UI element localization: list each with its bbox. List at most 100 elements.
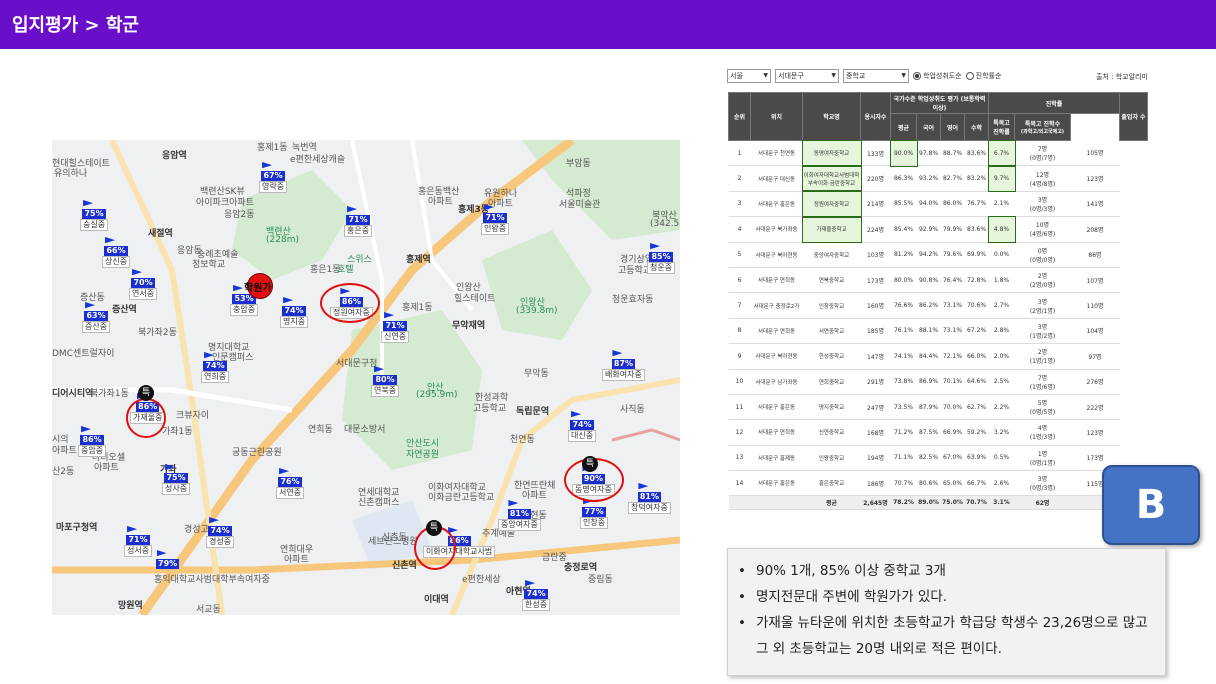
school-marker[interactable]: 81% 중앙여자중 <box>498 500 541 531</box>
table-cell: 73.5% <box>890 394 917 421</box>
table-cell: 7명 (0명/7명) <box>1014 140 1071 167</box>
table-cell: 94.0% <box>916 191 941 218</box>
school-marker[interactable]: 75% 성사중 <box>162 464 191 495</box>
school-district-map[interactable]: 홍제1동 녹번역 e편한세상캐슬 응암역 부암동 현대힐스테이트 유의하나 백련산SK뷰 아이파… <box>52 140 680 615</box>
map-place-label: 세브란스병원 <box>368 537 418 547</box>
table-cell: 9.7% <box>987 164 1016 193</box>
highlight-ring-gajaeul <box>126 398 166 438</box>
special-count-value: 7명 <box>1037 374 1048 382</box>
school-marker[interactable]: 70% 연서중 <box>129 269 158 300</box>
school-marker[interactable]: 63% 증산중 <box>82 302 111 333</box>
school-marker[interactable]: 67% 영락중 <box>259 162 288 193</box>
table-cell: 12 <box>728 419 751 446</box>
school-marker[interactable]: 75% 숭실중 <box>80 200 109 231</box>
table-cell: 71.2% <box>890 419 917 446</box>
special-count-breakdown: (1명/2명) <box>1029 332 1056 340</box>
table-cell: 85.4% <box>890 216 917 243</box>
district-select[interactable]: 서대문구 ▼ <box>775 69 839 83</box>
table-cell: 3명 (0명/3명) <box>1014 470 1071 497</box>
table-cell: 2.8% <box>988 318 1015 345</box>
flag-icon <box>262 162 273 169</box>
school-marker[interactable]: 79% <box>156 550 180 569</box>
table-cell: 247명 <box>860 394 891 421</box>
map-place-label: 정보학교 <box>192 260 226 270</box>
school-marker[interactable]: 71% 인왕중 <box>481 204 510 235</box>
school-marker[interactable]: 66% 상신중 <box>102 237 131 268</box>
school-marker[interactable]: 71% 홍은중 <box>344 206 373 237</box>
school-marker[interactable]: 74% 한성중 <box>522 580 551 611</box>
col-special-count: 특목고 진학수 (과학고/외고국제고) <box>1014 113 1071 141</box>
table-cell: 64.6% <box>964 369 989 395</box>
school-marker-name: 중앙여자중 <box>498 519 541 531</box>
special-count-breakdown: (4명/8명) <box>1029 180 1056 188</box>
table-cell: 중앙여자중학교 <box>802 242 861 268</box>
school-marker[interactable]: 74% 대신중 <box>568 411 597 442</box>
special-count-breakdown: (0명/5명) <box>1029 409 1056 417</box>
table-cell: 서대문구 대신동 <box>750 165 803 192</box>
table-cell: 서대문구 홍제동 <box>750 445 803 472</box>
special-count-value: 7명 <box>1037 146 1048 154</box>
table-row: 4 서대문구 북가좌동 가재울중학교 224명 85.4% 92.9% 79.9% 83.6%… <box>728 215 1148 244</box>
table-cell: 86.9% <box>916 369 941 395</box>
sort-by-achievement-radio[interactable]: 학업성취도순 <box>913 71 962 81</box>
filter-bar: 서울 ▼ 서대문구 ▼ 중학교 ▼ 학업성취도순 진학률순 <box>727 69 1001 83</box>
special-count-breakdown: (0명/0명) <box>1029 256 1056 264</box>
school-marker[interactable]: 74% 경성중 <box>206 517 235 548</box>
school-marker[interactable]: 80% 연북중 <box>371 366 400 397</box>
school-marker[interactable]: 71% 성서중 <box>124 526 153 557</box>
map-place-label: 유의하나 <box>54 169 88 179</box>
special-tag-icon: 특 <box>426 520 442 536</box>
table-average-row: 평균 2,645명 78.2% 89.0% 75.0% 70.7% 3.1% 62명 <box>728 495 1148 511</box>
table-row: 9 서대문구 북아현동 한성중학교 147명 74.1% 84.4% 72.1% 66.0% 2… <box>728 343 1148 370</box>
level-select[interactable]: 중학교 ▼ <box>843 69 909 83</box>
table-cell: 한성중학교 <box>802 343 861 370</box>
school-marker-percent: 79% <box>156 559 180 569</box>
table-cell: 평균 <box>802 495 861 511</box>
table-cell: 147명 <box>860 343 891 370</box>
school-marker-name: 성사중 <box>162 483 191 495</box>
map-place-label: 자연공원 <box>406 450 440 460</box>
note-item: 가재울 뉴타운에 위치한 초등학교가 학급당 학생수 23,26명으로 많고 그… <box>734 610 1155 662</box>
note-item: 명지전문대 주변에 학원가가 있다. <box>734 584 1155 610</box>
table-cell: 87.9% <box>916 394 941 421</box>
chevron-down-icon: ▼ <box>763 72 768 79</box>
school-marker[interactable]: 71% 신연중 <box>381 312 410 343</box>
special-count-breakdown: (1명/1명) <box>1029 358 1056 366</box>
table-cell: 208명 <box>1070 216 1120 243</box>
special-tag-icon: 특 <box>138 385 154 401</box>
map-place-label: 독립문역 <box>516 407 550 417</box>
school-marker-percent: 74% <box>208 526 232 536</box>
flag-icon <box>165 464 176 471</box>
school-marker[interactable]: 86% 중암중 <box>78 426 107 457</box>
table-cell: 71.1% <box>890 445 917 472</box>
school-marker[interactable]: 77% 인창중 <box>580 498 609 529</box>
table-cell: 서대문구 홍은동 <box>750 394 803 421</box>
table-cell: 107명 <box>1070 267 1120 294</box>
table-cell: 70.6% <box>964 292 989 319</box>
school-marker[interactable]: 76% 서연중 <box>276 468 305 499</box>
map-place-label: 북가좌2동 <box>138 328 177 338</box>
table-cell: 81.2% <box>890 242 917 268</box>
school-ranking-table: 순위 위치 학교명 응시자수 국가수준 학업성취도 평가 (보통학력이상) 진학… <box>728 92 1148 511</box>
map-place-label: 부암동 <box>566 159 591 169</box>
school-marker[interactable]: 81% 창덕여자중 <box>628 483 671 514</box>
map-place-label: 홍제역 <box>406 255 431 265</box>
city-select[interactable]: 서울 ▼ <box>727 69 771 83</box>
rail-line <box>611 428 680 442</box>
school-marker[interactable]: 87% 배화여자중 <box>602 350 645 381</box>
school-marker-name: 대신중 <box>568 430 597 442</box>
school-marker[interactable]: 74% 명지중 <box>280 297 309 328</box>
map-place-label: 사직동 <box>620 405 645 415</box>
school-marker-percent: 76% <box>278 477 302 487</box>
table-cell: 80.6% <box>916 470 941 497</box>
school-marker[interactable]: 85% 청운중 <box>647 243 676 274</box>
map-place-label: 망원역 <box>118 601 143 611</box>
map-place-label: (228m) <box>266 235 299 245</box>
table-cell: 8 <box>728 318 751 345</box>
flag-icon <box>279 468 290 475</box>
sort-by-advancement-radio[interactable]: 진학률순 <box>965 71 1001 81</box>
special-count-breakdown: (0명/3명) <box>1029 205 1056 213</box>
school-marker-percent: 66% <box>104 246 128 256</box>
school-marker[interactable]: 74% 연희중 <box>201 352 230 383</box>
school-marker-name: 배화여자중 <box>602 369 645 381</box>
